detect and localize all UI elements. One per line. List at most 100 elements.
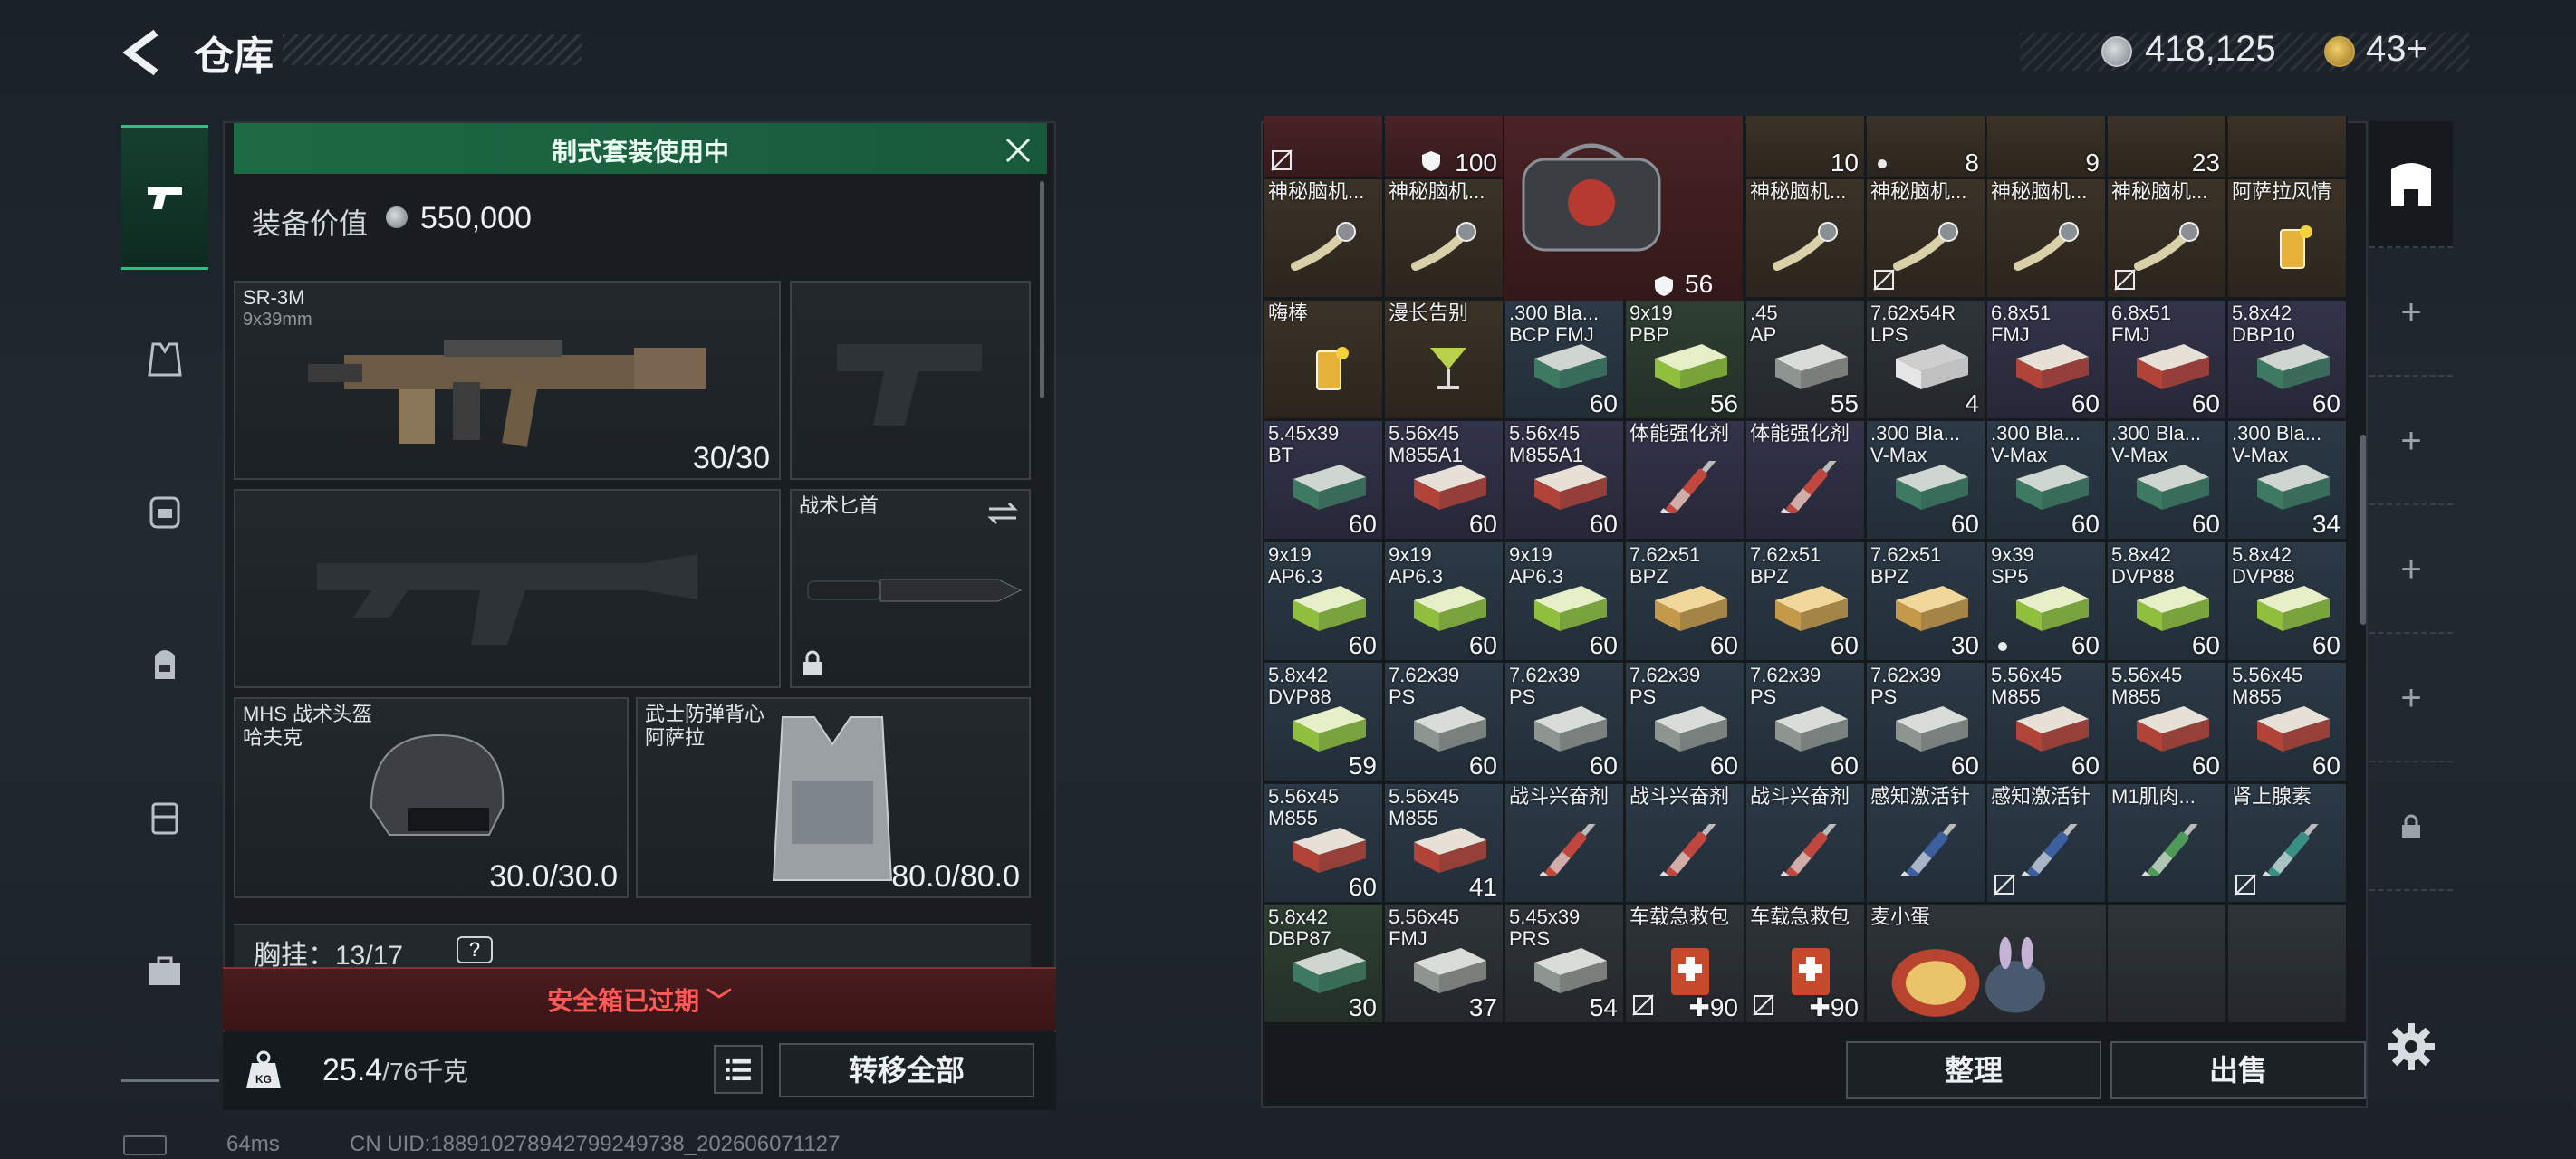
knife-slot[interactable]: 战术匕首	[790, 489, 1031, 688]
stash-item[interactable]: 5.8x42 DVP88 59	[1264, 663, 1384, 782]
stash-item[interactable]: 9x19 AP6.3 60	[1505, 541, 1625, 662]
help-button[interactable]: ?	[457, 936, 493, 963]
stash-item[interactable]: 7.62x39 PS 60	[1746, 663, 1866, 782]
stash-item[interactable]: 5.56x45 M855 60	[2108, 663, 2227, 782]
tab-backpack[interactable]	[121, 596, 208, 732]
sell-button[interactable]: 出售	[2110, 1041, 2366, 1099]
secondary-weapon-slot[interactable]	[234, 489, 781, 688]
stash-item[interactable]: 战斗兴奋剂	[1746, 783, 1866, 904]
tab-stash-main[interactable]	[2369, 121, 2453, 248]
stash-item[interactable]: 麦小蛋	[1867, 905, 2108, 1024]
settings-gear-icon[interactable]	[2386, 1021, 2437, 1072]
brain-chip-icon	[1893, 222, 1958, 271]
stash-item[interactable]: .300 Bla... BCP FMJ 60	[1505, 300, 1625, 420]
stash-item[interactable]: .300 Bla... V-Max 60	[1987, 421, 2107, 541]
swap-icon[interactable]	[985, 500, 1020, 527]
stash-cell[interactable]: 9	[1987, 116, 2107, 179]
stash-item[interactable]: 神秘脑机...	[1987, 179, 2107, 299]
stash-item[interactable]: 体能强化剂	[1746, 421, 1866, 541]
tab-armor[interactable]	[121, 292, 208, 427]
stash-item[interactable]: 战斗兴奋剂	[1626, 783, 1745, 904]
stash-item[interactable]: .45 AP 55	[1746, 300, 1866, 420]
stash-scrollbar[interactable]	[2360, 435, 2366, 625]
stash-item[interactable]: 神秘脑机...	[1746, 179, 1866, 299]
stash-item[interactable]: 7.62x39 PS 60	[1867, 663, 1986, 782]
stash-item[interactable]: 5.8x42 DVP88 60	[2228, 541, 2348, 662]
tab-stash-add-2[interactable]: +	[2369, 378, 2453, 505]
stash-item[interactable]: 战斗兴奋剂	[1505, 783, 1625, 904]
stash-cell[interactable]: 23	[2108, 116, 2227, 179]
stash-item[interactable]: 车载急救包 ✚90	[1626, 905, 1745, 1024]
stash-item[interactable]: 6.8x51 FMJ 60	[2108, 300, 2227, 420]
tab-stash-locked[interactable]	[2369, 764, 2453, 891]
stash-item[interactable]: 嗨棒	[1264, 300, 1384, 420]
stash-item[interactable]: 5.8x42 DBP87 30	[1264, 905, 1384, 1024]
tab-tools[interactable]	[121, 904, 208, 1039]
stash-item[interactable]: 7.62x51 BPZ 60	[1626, 541, 1745, 662]
stash-item[interactable]: 7.62x51 BPZ 60	[1746, 541, 1866, 662]
list-view-button[interactable]	[714, 1045, 763, 1094]
stash-item[interactable]: 漫长告别	[1385, 300, 1504, 420]
tab-chest-rig[interactable]	[121, 444, 208, 580]
stash-item[interactable]: 7.62x39 PS 60	[1385, 663, 1504, 782]
pistol-slot[interactable]	[790, 281, 1031, 480]
stash-item[interactable]: 9x19 PBP 56	[1626, 300, 1745, 420]
stash-item[interactable]: .300 Bla... V-Max 34	[2228, 421, 2348, 541]
stash-item[interactable]: 神秘脑机...	[1867, 179, 1986, 299]
item-name: 战斗兴奋剂	[1509, 784, 1610, 808]
weapon-ammo: 30/30	[692, 441, 770, 475]
stash-item[interactable]: 9x19 AP6.3 60	[1385, 541, 1504, 662]
stash-item[interactable]: 5.56x45 M855 60	[1264, 783, 1384, 904]
stash-cell[interactable]: 8	[1867, 116, 1986, 179]
tab-safebox[interactable]	[121, 750, 208, 886]
stash-item[interactable]: 5.56x45 M855 60	[1987, 663, 2107, 782]
stash-item[interactable]: 9x19 AP6.3 60	[1264, 541, 1384, 662]
stash-item[interactable]: 感知激活针	[1867, 783, 1986, 904]
stash-cell[interactable]	[2228, 116, 2348, 179]
close-icon[interactable]	[1002, 134, 1034, 167]
tab-stash-add-3[interactable]: +	[2369, 507, 2453, 634]
stash-item[interactable]: 5.45x39 BT 60	[1264, 421, 1384, 541]
stash-item[interactable]: .300 Bla... V-Max 60	[2108, 421, 2227, 541]
loadout-scrollbar[interactable]	[1040, 181, 1044, 398]
stash-item[interactable]: 肾上腺素	[2228, 783, 2348, 904]
stash-cell[interactable]: 100	[1385, 116, 1504, 179]
stash-item[interactable]: 7.62x39 PS 60	[1505, 663, 1625, 782]
stash-item[interactable]: 7.62x39 PS 60	[1626, 663, 1745, 782]
helmet-slot[interactable]: MHS 战术头盔 哈夫克 30.0/30.0	[234, 697, 629, 898]
token-balance[interactable]: 43+	[2366, 29, 2427, 70]
stash-item[interactable]: 神秘脑机...	[1385, 179, 1504, 299]
stash-item[interactable]: M1肌肉...	[2108, 783, 2227, 904]
stash-item[interactable]: 5.8x42 DVP88 60	[2108, 541, 2227, 662]
sort-button[interactable]: 整理	[1846, 1041, 2101, 1099]
stash-item[interactable]: 5.56x45 M855A1 60	[1505, 421, 1625, 541]
tab-weapons[interactable]	[121, 125, 208, 270]
stash-item[interactable]: 6.8x51 FMJ 60	[1987, 300, 2107, 420]
stash-item[interactable]: 5.56x45 M855 60	[2228, 663, 2348, 782]
stash-item[interactable]: 5.56x45 M855 41	[1385, 783, 1504, 904]
armor-slot[interactable]: 武士防弹背心 阿萨拉 80.0/80.0	[636, 697, 1031, 898]
stash-item[interactable]: 感知激活针	[1987, 783, 2107, 904]
transfer-all-button[interactable]: 转移全部	[779, 1043, 1034, 1097]
primary-weapon-slot[interactable]: SR-3M 9x39mm 30/30	[234, 281, 781, 480]
stash-item[interactable]: 神秘脑机...	[1264, 179, 1384, 299]
tab-stash-add-4[interactable]: +	[2369, 636, 2453, 762]
stash-item[interactable]: 9x39 SP5 60	[1987, 541, 2107, 662]
stash-item[interactable]: 5.56x45 FMJ 37	[1385, 905, 1504, 1024]
back-arrow-icon[interactable]	[120, 27, 165, 78]
tab-stash-add-1[interactable]: +	[2369, 250, 2453, 377]
stash-item[interactable]: 阿萨拉风情	[2228, 179, 2348, 299]
stash-item[interactable]: 神秘脑机...	[2108, 179, 2227, 299]
stash-item[interactable]: 5.45x39 PRS 54	[1505, 905, 1625, 1024]
stash-empty-cell[interactable]	[2108, 905, 2227, 1024]
stash-item[interactable]: 7.62x51 BPZ 30	[1867, 541, 1986, 662]
stash-empty-cell[interactable]	[2228, 905, 2348, 1024]
stash-item[interactable]: .300 Bla... V-Max 60	[1867, 421, 1986, 541]
stash-item[interactable]: 7.62x54R LPS 4	[1867, 300, 1986, 420]
stash-item[interactable]: 5.56x45 M855A1 60	[1385, 421, 1504, 541]
stash-item[interactable]: 5.8x42 DBP10 60	[2228, 300, 2348, 420]
stash-cell[interactable]	[1264, 116, 1384, 179]
stash-cell[interactable]: 10	[1746, 116, 1866, 179]
stash-item[interactable]: 车载急救包 ✚90	[1746, 905, 1866, 1024]
stash-item[interactable]: 体能强化剂	[1626, 421, 1745, 541]
